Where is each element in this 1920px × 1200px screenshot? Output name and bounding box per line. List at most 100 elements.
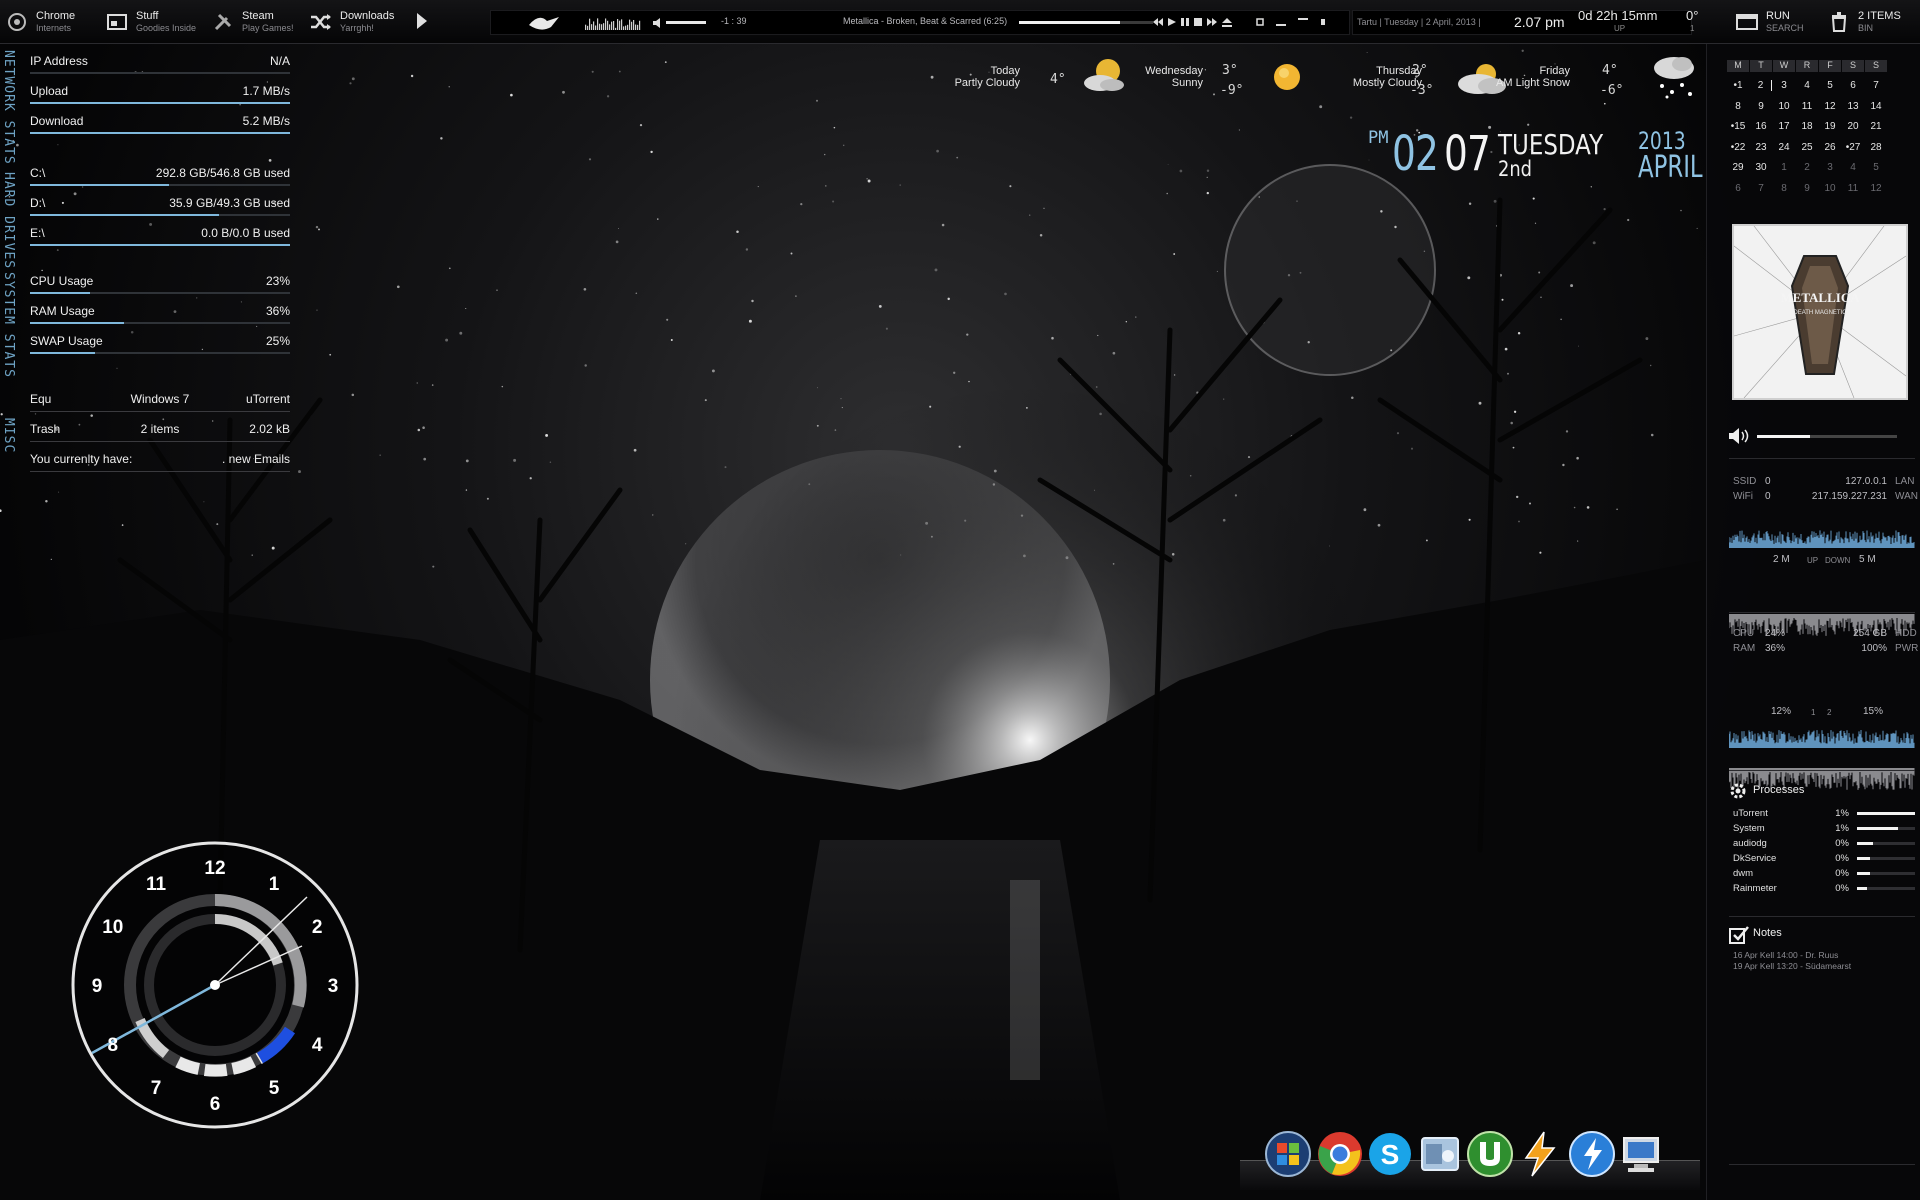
calendar-day[interactable]: 14 (1865, 101, 1887, 112)
calendar-day[interactable]: 12 (1865, 183, 1887, 194)
calendar-header: T (1750, 60, 1772, 72)
recycle-bin-button[interactable]: 2 ITEMS BIN (1828, 6, 1901, 38)
calendar-day[interactable]: 29 (1727, 162, 1749, 173)
stat-value: 35.9 GB/49.3 GB used (169, 196, 290, 210)
calendar-day[interactable]: 10 (1819, 183, 1841, 194)
calendar-day[interactable]: 2 (1750, 80, 1772, 91)
thunder-icon[interactable] (1568, 1130, 1616, 1178)
restore-icon[interactable] (1256, 18, 1264, 26)
speaker-icon[interactable] (1729, 428, 1751, 449)
calendar-day[interactable]: 2 (1796, 162, 1818, 173)
calendar-day[interactable]: 12 (1819, 101, 1841, 112)
tab-misc[interactable]: MISC (1, 418, 16, 453)
next-icon[interactable] (1207, 17, 1217, 27)
stat-bar (30, 132, 290, 134)
previous-icon[interactable] (1153, 17, 1163, 27)
calendar-day[interactable]: 30 (1750, 162, 1772, 173)
calendar-day[interactable]: 11 (1796, 101, 1818, 112)
misc-row-email[interactable]: You currenlty have: . new Emails (30, 452, 290, 474)
note-item[interactable]: 16 Apr Kell 14:00 - Dr. Ruus (1733, 950, 1838, 960)
minimize-icon[interactable] (1276, 18, 1286, 26)
calendar-day[interactable]: 21 (1865, 121, 1887, 132)
calendar-day[interactable]: 1 (1773, 162, 1795, 173)
calendar-day[interactable]: •1 (1727, 80, 1749, 91)
calendar-day[interactable]: 7 (1865, 80, 1887, 91)
tab-hard-drives[interactable]: HARD DRIVES (1, 172, 16, 269)
calendar-day[interactable]: •27 (1842, 142, 1864, 153)
launcher-steam[interactable]: Steam Play Games! (212, 6, 294, 38)
process-name: Rainmeter (1733, 883, 1777, 894)
misc-row-trash[interactable]: Trash 2 items 2.02 kB (30, 422, 290, 444)
utorrent-icon[interactable] (1466, 1130, 1514, 1178)
calendar-day[interactable]: 17 (1773, 121, 1795, 132)
calendar-day[interactable]: 6 (1727, 183, 1749, 194)
calendar-day[interactable]: •15 (1727, 121, 1749, 132)
calendar-day[interactable]: 20 (1842, 121, 1864, 132)
calendar-day[interactable]: 3 (1819, 162, 1841, 173)
weather-low: -9° (1220, 83, 1244, 98)
note-item[interactable]: 19 Apr Kell 13:20 - Südamearst (1733, 961, 1851, 971)
calendar-day[interactable]: 6 (1842, 80, 1864, 91)
stat-value: 23% (265, 274, 290, 288)
clock-number: 10 (102, 917, 123, 938)
launcher-stuff[interactable]: Stuff Goodies Inside (106, 6, 196, 38)
tab-network-stats[interactable]: NETWORK STATS (1, 50, 16, 165)
calendar-day[interactable]: •22 (1727, 142, 1749, 153)
notes-title: Notes (1753, 927, 1782, 939)
calendar-day[interactable]: 25 (1796, 142, 1818, 153)
play-icon[interactable] (1168, 17, 1176, 27)
winamp-icon[interactable] (1516, 1130, 1564, 1178)
calendar-day[interactable]: 13 (1842, 101, 1864, 112)
calendar-day[interactable]: 23 (1750, 142, 1772, 153)
stop-icon[interactable] (1194, 17, 1202, 27)
calendar-day[interactable]: 16 (1750, 121, 1772, 132)
calendar-day[interactable]: 7 (1750, 183, 1772, 194)
weather-day: Today (990, 65, 1020, 77)
album-band: METALLICA (1780, 290, 1860, 305)
tab-system-stats[interactable]: SYSTEM STATS (1, 272, 16, 378)
stat-label: RAM Usage (30, 304, 95, 318)
windows-start-icon[interactable] (1264, 1130, 1312, 1178)
calendar-day[interactable]: 10 (1773, 101, 1795, 112)
run-search-button[interactable]: RUN SEARCH (1736, 6, 1804, 38)
calendar-day[interactable]: 8 (1773, 183, 1795, 194)
close-icon[interactable] (1320, 18, 1326, 26)
calendar-day[interactable]: 4 (1796, 80, 1818, 91)
eject-icon[interactable] (1222, 17, 1232, 27)
stat-bar-fill (30, 184, 170, 186)
big-hour: 02 (1392, 126, 1439, 182)
launcher-downloads[interactable]: Downloads Yarrghh! (310, 6, 394, 38)
calendar-day[interactable]: 4 (1842, 162, 1864, 173)
track-progress[interactable] (1019, 21, 1153, 24)
calendar-day[interactable]: 9 (1750, 101, 1772, 112)
expand-arrow-icon[interactable] (416, 12, 428, 35)
volume-icon[interactable] (653, 16, 663, 34)
clock-number: 2 (312, 917, 323, 938)
computer-icon[interactable] (1618, 1130, 1666, 1178)
calendar-day[interactable]: 24 (1773, 142, 1795, 153)
skype-icon[interactable]: S (1366, 1130, 1414, 1178)
process-bar-fill (1857, 887, 1868, 890)
volume-slider[interactable] (1757, 435, 1897, 438)
explorer-icon[interactable] (1416, 1130, 1464, 1178)
process-value: 1% (1835, 808, 1849, 819)
shade-icon[interactable] (1298, 18, 1308, 26)
winamp-icon[interactable] (527, 13, 561, 38)
pause-icon[interactable] (1181, 17, 1189, 27)
player-volume-bar[interactable] (666, 21, 706, 24)
calendar-day[interactable]: 18 (1796, 121, 1818, 132)
calendar-day[interactable]: 19 (1819, 121, 1841, 132)
calendar-day[interactable]: 11 (1842, 183, 1864, 194)
calendar-day[interactable]: 8 (1727, 101, 1749, 112)
calendar-day[interactable]: 5 (1865, 162, 1887, 173)
calendar-day[interactable]: 26 (1819, 142, 1841, 153)
cpu-graph (1728, 664, 1915, 794)
launcher-subtitle: Goodies Inside (136, 23, 197, 33)
chrome-icon[interactable] (1316, 1130, 1364, 1178)
calendar-day[interactable]: 9 (1796, 183, 1818, 194)
launcher-chrome[interactable]: Chrome Internets (6, 6, 75, 38)
calendar-day[interactable]: 3 (1773, 80, 1795, 91)
calendar-day[interactable]: 28 (1865, 142, 1887, 153)
calendar-day[interactable]: 5 (1819, 80, 1841, 91)
album-art[interactable]: METALLICA DEATH MAGNETIC (1732, 224, 1908, 400)
